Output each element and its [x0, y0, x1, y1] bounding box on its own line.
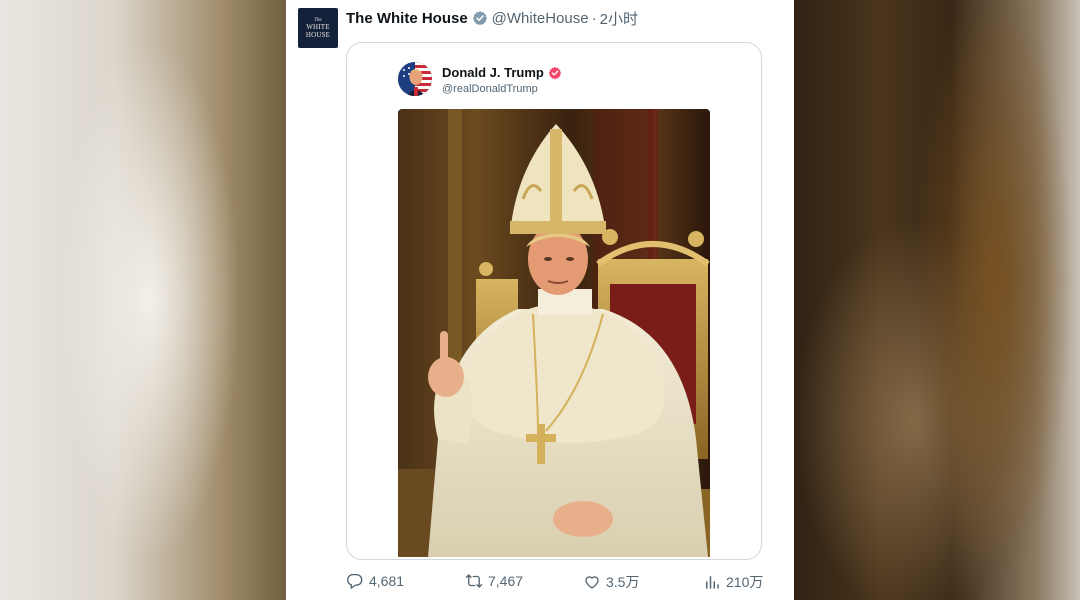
blurred-background-left — [0, 0, 286, 600]
post-card[interactable]: The WHITE HOUSE The White House @WhiteHo… — [286, 0, 794, 600]
quoted-author-name[interactable]: Donald J. Trump — [442, 65, 544, 80]
views-icon — [706, 576, 719, 589]
trump-avatar[interactable] — [398, 62, 432, 96]
like-icon — [585, 576, 599, 589]
views-button[interactable]: 210万 — [703, 572, 763, 592]
avatar-text-line-3: HOUSE — [305, 30, 331, 39]
quoted-author-name-row: Donald J. Trump — [442, 65, 562, 80]
quoted-author-handle[interactable]: @realDonaldTrump — [442, 83, 538, 95]
like-count: 3.5万 — [606, 574, 640, 590]
author-name[interactable]: The White House — [346, 10, 468, 27]
quoted-post[interactable]: Donald J. Trump @realDonaldTrump — [346, 42, 762, 560]
separator-dot: · — [591, 9, 597, 27]
reply-icon — [346, 573, 363, 589]
blurred-background-right — [794, 0, 1080, 600]
pope-portrait-image[interactable] — [398, 109, 710, 557]
verified-badge-icon — [472, 10, 488, 26]
like-button[interactable]: 3.5万 — [583, 572, 639, 592]
author-handle[interactable]: @WhiteHouse — [492, 10, 589, 27]
views-count: 210万 — [726, 574, 764, 590]
whitehouse-avatar[interactable]: The WHITE HOUSE — [298, 8, 338, 48]
avatar-text-line-2: WHITE — [306, 22, 330, 31]
avatar-text-line-1: The — [314, 17, 322, 23]
post-header: The White House @WhiteHouse · 2小时 — [346, 8, 638, 28]
repost-button[interactable]: 7,467 — [465, 572, 523, 590]
post-timestamp[interactable]: 2小时 — [600, 8, 638, 29]
repost-icon — [465, 574, 483, 588]
verified-badge-icon — [548, 66, 562, 80]
reply-count: 4,681 — [369, 573, 405, 589]
repost-count: 7,467 — [488, 573, 524, 589]
reply-button[interactable]: 4,681 — [346, 572, 404, 590]
action-bar: 4,681 7,467 3.5万 210万 — [286, 568, 794, 598]
